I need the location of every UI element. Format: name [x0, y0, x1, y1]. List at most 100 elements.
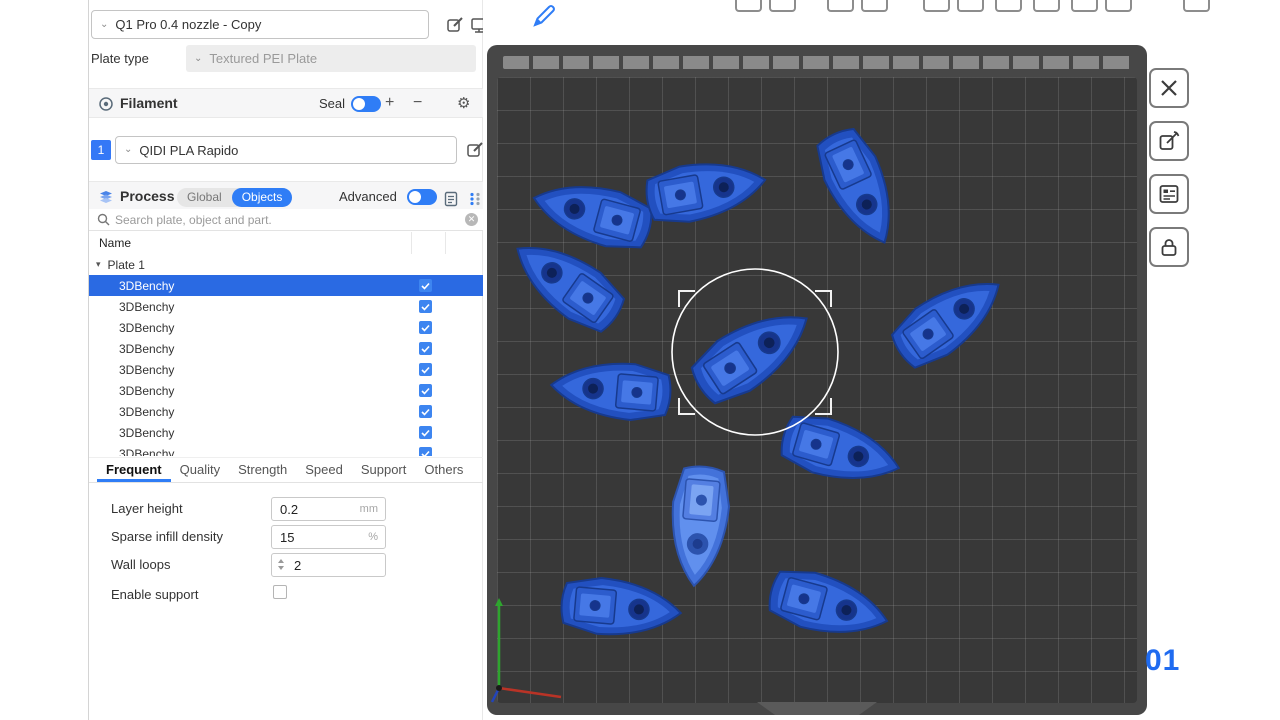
benchy-model[interactable]	[549, 357, 673, 423]
stepper-up-icon[interactable]	[278, 559, 284, 563]
wall-loops-input[interactable]	[272, 554, 385, 576]
close-icon	[1158, 77, 1180, 99]
search-clear-icon[interactable]: ✕	[465, 213, 478, 226]
tab-speed[interactable]: Speed	[296, 458, 352, 482]
tree-item-benchy[interactable]: 3DBenchy	[89, 275, 484, 296]
top-toolbar-icon-partial[interactable]	[769, 0, 796, 12]
benchy-model[interactable]	[764, 563, 894, 648]
tree-item-benchy[interactable]: 3DBenchy	[89, 296, 484, 317]
search-input[interactable]	[115, 211, 445, 229]
remove-filament-button[interactable]: −	[413, 94, 422, 112]
visibility-checkbox[interactable]	[419, 279, 432, 292]
benchy-model[interactable]	[559, 575, 683, 641]
lock-icon	[1158, 236, 1180, 258]
draw-pencil-icon[interactable]	[529, 4, 555, 30]
tree-item-label: 3DBenchy	[119, 447, 174, 457]
layer-height-unit: mm	[360, 503, 378, 515]
close-plate-button[interactable]	[1149, 68, 1189, 108]
column-divider	[411, 232, 412, 254]
tree-item-benchy[interactable]: 3DBenchy	[89, 380, 484, 401]
seal-toggle[interactable]	[351, 96, 381, 112]
benchy-model[interactable]	[527, 171, 657, 256]
tree-item-benchy[interactable]: 3DBenchy	[89, 422, 484, 443]
benchy-model[interactable]	[776, 408, 906, 495]
enable-support-checkbox[interactable]	[273, 585, 287, 599]
lock-button[interactable]	[1149, 227, 1189, 267]
visibility-checkbox[interactable]	[419, 321, 432, 334]
benchy-model-selected[interactable]	[684, 294, 823, 413]
tab-frequent[interactable]: Frequent	[97, 458, 171, 482]
tab-quality[interactable]: Quality	[171, 458, 229, 482]
visibility-checkbox[interactable]	[419, 384, 432, 397]
top-toolbar-icon-partial[interactable]	[735, 0, 762, 12]
tree-item-benchy[interactable]: 3DBenchy	[89, 359, 484, 380]
filament-edit-icon[interactable]	[465, 140, 485, 160]
visibility-checkbox[interactable]	[419, 426, 432, 439]
top-toolbar-icon-partial[interactable]	[861, 0, 888, 12]
plate-number-badge: 01	[1145, 644, 1180, 678]
tree-item-label: 3DBenchy	[119, 321, 174, 335]
tree-group-plate[interactable]: ▾ Plate 1	[89, 254, 484, 275]
top-toolbar-icon-partial[interactable]	[1183, 0, 1210, 12]
viewport-side-toolbar	[1149, 68, 1189, 267]
object-list-header: Name	[89, 232, 484, 254]
column-header-name: Name	[99, 236, 131, 250]
add-filament-button[interactable]: +	[385, 94, 394, 112]
toggle-knob	[409, 191, 421, 203]
tree-item-benchy[interactable]: 3DBenchy	[89, 317, 484, 338]
top-toolbar-icon-partial[interactable]	[1071, 0, 1098, 12]
arrange-button[interactable]	[1149, 174, 1189, 214]
visibility-checkbox[interactable]	[419, 447, 432, 456]
visibility-checkbox[interactable]	[419, 342, 432, 355]
wall-loops-label: Wall loops	[111, 557, 170, 572]
visibility-checkbox[interactable]	[419, 405, 432, 418]
tree-item-benchy[interactable]: 3DBenchy	[89, 338, 484, 359]
tree-item-benchy[interactable]: 3DBenchy	[89, 401, 484, 422]
plate-type-select[interactable]: ⌄ Textured PEI Plate	[186, 45, 476, 72]
sparse-infill-field: %	[271, 525, 386, 549]
benchy-model[interactable]	[809, 122, 910, 254]
filament-select[interactable]: ⌄ QIDI PLA Rapido	[115, 136, 457, 164]
filament-spool-icon	[98, 96, 114, 117]
tab-support[interactable]: Support	[352, 458, 416, 482]
filament-slot-number: 1	[91, 140, 111, 160]
filament-settings-gear-icon[interactable]: ⚙	[457, 94, 470, 112]
benchy-model[interactable]	[643, 152, 770, 228]
tree-item-label: 3DBenchy	[119, 342, 174, 356]
toggle-knob	[353, 98, 365, 110]
tree-item-benchy[interactable]: 3DBenchy	[89, 443, 484, 456]
process-compare-icon[interactable]	[465, 189, 485, 209]
tab-others[interactable]: Others	[415, 458, 472, 482]
printer-select[interactable]: ⌄ Q1 Pro 0.4 nozzle - Copy	[91, 10, 429, 39]
benchy-model[interactable]	[666, 464, 732, 588]
auto-orient-button[interactable]	[1149, 121, 1189, 161]
visibility-checkbox[interactable]	[419, 300, 432, 313]
top-toolbar-icon-partial[interactable]	[1033, 0, 1060, 12]
tree-item-label: 3DBenchy	[119, 300, 174, 314]
scope-objects-button[interactable]: Objects	[232, 188, 293, 207]
advanced-label: Advanced	[339, 189, 397, 204]
caret-down-icon: ▾	[96, 259, 101, 270]
top-toolbar-icon-partial[interactable]	[1105, 0, 1132, 12]
tree-item-label: 3DBenchy	[119, 279, 174, 293]
benchy-model[interactable]	[885, 262, 1015, 376]
top-toolbar-icon-partial[interactable]	[995, 0, 1022, 12]
stepper-arrows[interactable]	[278, 559, 284, 570]
top-toolbar-icon-partial[interactable]	[827, 0, 854, 12]
stepper-down-icon[interactable]	[278, 566, 284, 570]
tree-item-label: 3DBenchy	[119, 405, 174, 419]
top-toolbar-icon-partial[interactable]	[957, 0, 984, 12]
process-section-title: Process	[120, 188, 174, 204]
top-toolbar-icon-partial[interactable]	[923, 0, 950, 12]
process-preset-list-icon[interactable]	[441, 189, 461, 209]
filament-section-header: Filament Seal + − ⚙	[89, 88, 484, 118]
viewport-3d[interactable]: 01	[483, 0, 1280, 720]
left-panel: ⌄ Q1 Pro 0.4 nozzle - Copy Plate type ⌄ …	[88, 0, 483, 720]
printer-select-value: Q1 Pro 0.4 nozzle - Copy	[115, 17, 261, 32]
tab-strength[interactable]: Strength	[229, 458, 296, 482]
visibility-checkbox[interactable]	[419, 363, 432, 376]
process-layers-icon	[98, 189, 114, 210]
scope-global-button[interactable]: Global	[177, 188, 232, 207]
printer-edit-icon[interactable]	[445, 15, 465, 35]
advanced-toggle[interactable]	[407, 189, 437, 205]
